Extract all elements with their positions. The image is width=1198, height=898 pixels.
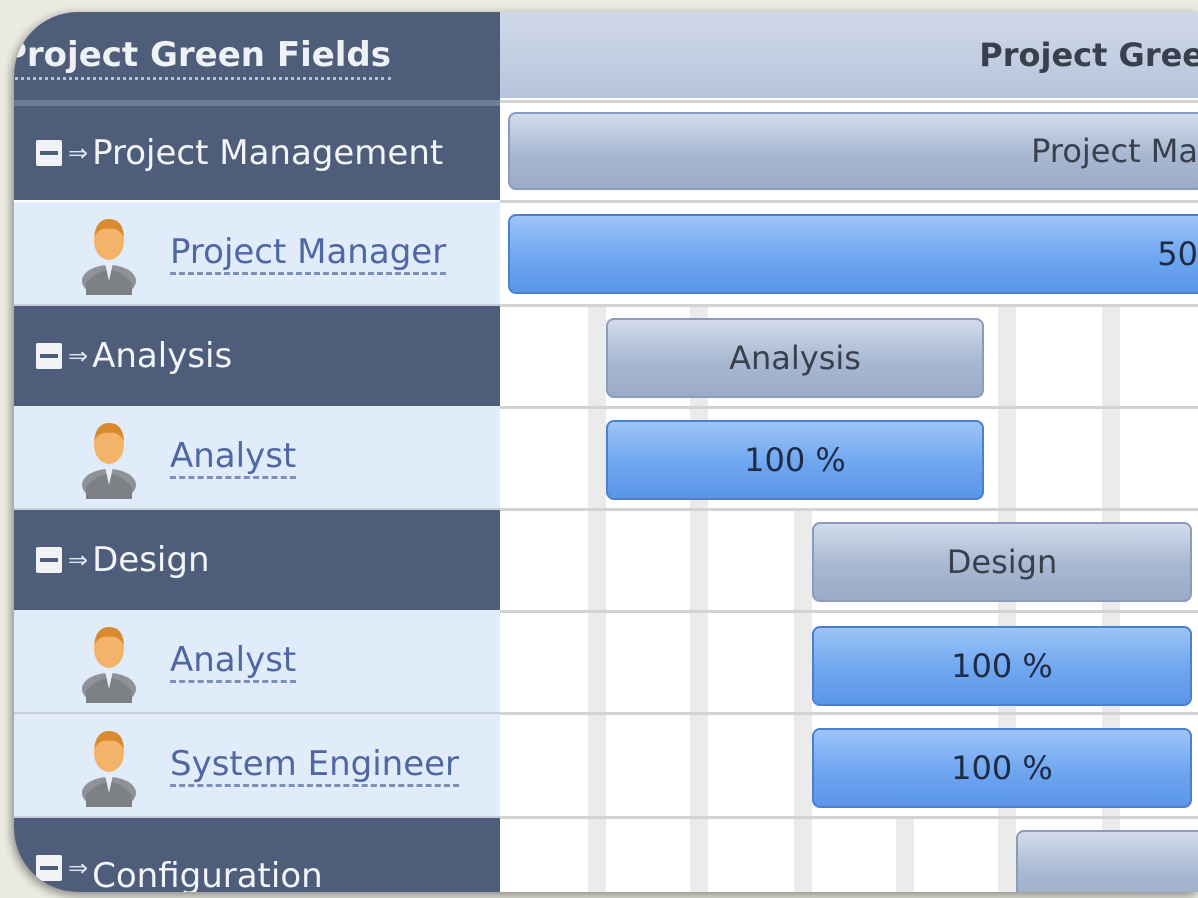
task-bar-label: Analysis	[729, 339, 861, 377]
grid-column	[794, 510, 812, 892]
grid-row-line	[500, 304, 1198, 307]
grid-row-line	[500, 406, 1198, 409]
resource-label[interactable]: Analyst	[170, 436, 297, 479]
summary-label: Configuration	[92, 856, 323, 892]
grid-row-line	[500, 712, 1198, 715]
project-bar-label: Project Gree	[979, 36, 1198, 74]
grid-row-line	[500, 508, 1198, 511]
summary-row-configuration[interactable]: ⇒ Configuration	[14, 818, 500, 892]
project-summary-bar[interactable]: Project Gree	[500, 12, 1198, 98]
summary-label: Project Management	[92, 133, 444, 173]
timeline-panel: Project Gree Project Ma 50 Analysis 100 …	[500, 12, 1198, 892]
project-title-row: Project Green Fields	[14, 12, 500, 100]
task-bar-design[interactable]: Design	[812, 522, 1192, 602]
resource-row-analyst[interactable]: Analyst	[14, 406, 500, 510]
arrow-right-icon: ⇒	[68, 546, 89, 574]
summary-row-design[interactable]: ⇒ Design	[14, 510, 500, 610]
summary-row-project-management[interactable]: ⇒ Project Management	[14, 106, 500, 200]
task-bar-project-management[interactable]: Project Ma	[508, 112, 1198, 190]
arrow-right-icon: ⇒	[68, 854, 89, 882]
grid-row-line	[500, 816, 1198, 819]
person-icon	[78, 211, 140, 297]
collapse-icon[interactable]	[36, 343, 62, 369]
resource-bar-analyst[interactable]: 100 %	[812, 626, 1192, 706]
summary-row-analysis[interactable]: ⇒ Analysis	[14, 306, 500, 406]
resource-row-system-engineer[interactable]: System Engineer	[14, 714, 500, 818]
task-bar-configuration[interactable]	[1016, 830, 1198, 892]
grid-row-line	[500, 100, 1198, 103]
resource-bar-system-engineer[interactable]: 100 %	[812, 728, 1192, 808]
resource-row-project-manager[interactable]: Project Manager	[14, 202, 500, 306]
task-bar-analysis[interactable]: Analysis	[606, 318, 984, 398]
collapse-icon[interactable]	[36, 140, 62, 166]
grid-row-line	[500, 610, 1198, 613]
collapse-icon[interactable]	[36, 855, 62, 881]
task-list-panel: Project Green Fields ⇒ Project Managemen…	[14, 12, 500, 892]
grid-column	[896, 818, 914, 892]
task-bar-label: Design	[946, 543, 1058, 581]
person-icon	[78, 415, 140, 501]
person-icon	[78, 619, 140, 705]
arrow-right-icon: ⇒	[68, 139, 89, 167]
resource-bar-analyst[interactable]: 100 %	[606, 420, 984, 500]
resource-bar-label: 100 %	[951, 647, 1053, 685]
resource-label[interactable]: Project Manager	[170, 232, 447, 275]
resource-row-analyst[interactable]: Analyst	[14, 610, 500, 714]
project-title[interactable]: Project Green Fields	[14, 33, 392, 80]
grid-row-line	[500, 200, 1198, 203]
resource-bar-label: 50	[1157, 235, 1198, 273]
gantt-view: Project Green Fields ⇒ Project Managemen…	[14, 12, 1198, 892]
grid-column	[588, 306, 606, 892]
resource-label[interactable]: System Engineer	[170, 744, 460, 787]
task-bar-label: Project Ma	[1031, 132, 1198, 170]
collapse-icon[interactable]	[36, 547, 62, 573]
resource-bar-label: 100 %	[744, 441, 846, 479]
summary-label: Analysis	[92, 336, 233, 376]
resource-bar-project-manager[interactable]: 50	[508, 214, 1198, 294]
summary-label: Design	[92, 540, 210, 580]
person-icon	[78, 723, 140, 809]
resource-label[interactable]: Analyst	[170, 640, 297, 683]
arrow-right-icon: ⇒	[68, 342, 89, 370]
resource-bar-label: 100 %	[951, 749, 1053, 787]
